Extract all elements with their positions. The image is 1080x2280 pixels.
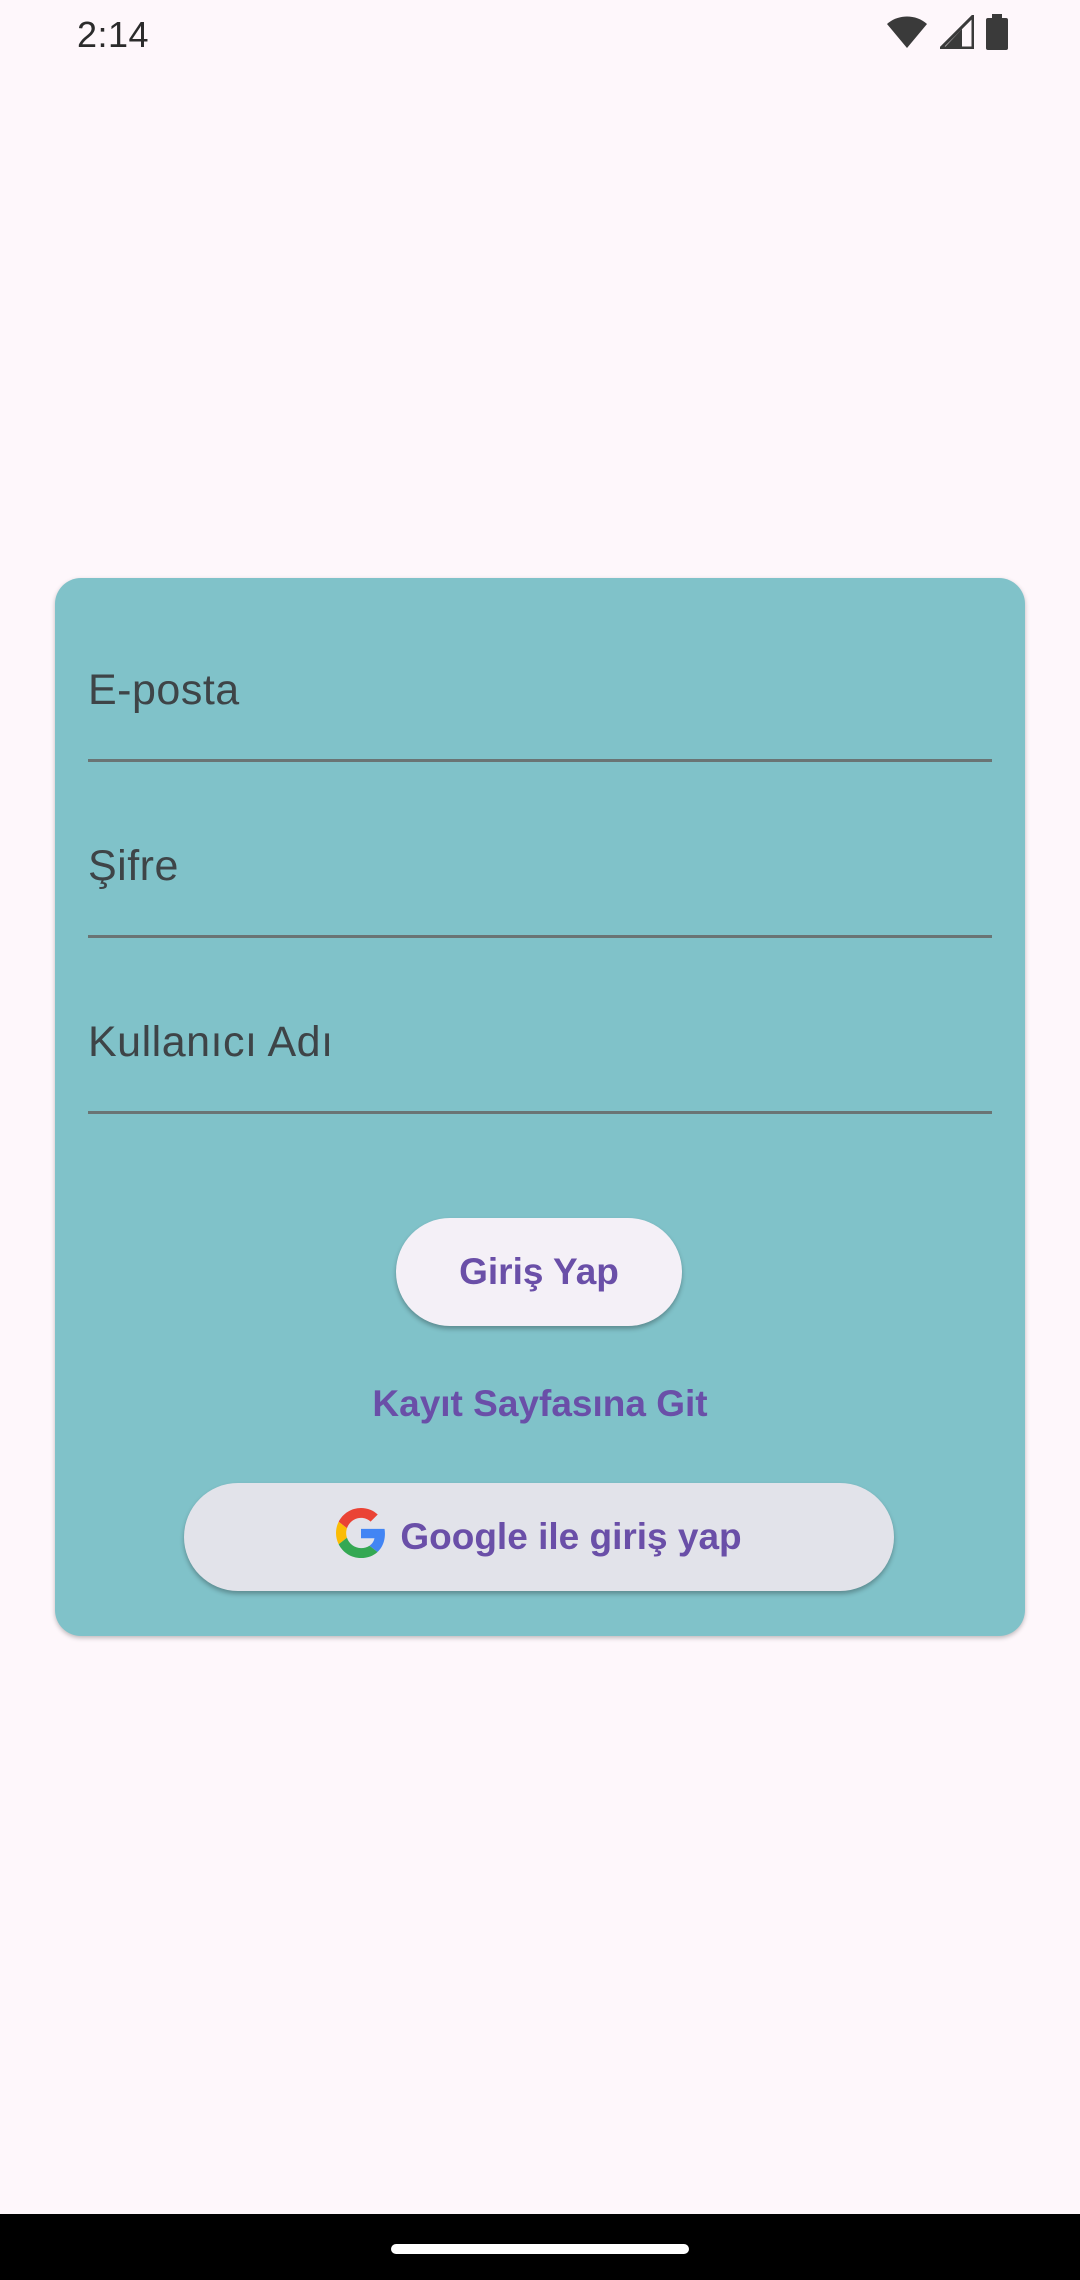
email-placeholder: E-posta [88, 666, 240, 714]
google-signin-button[interactable]: Google ile giriş yap [184, 1483, 894, 1591]
google-button-label: Google ile giriş yap [400, 1516, 742, 1557]
login-button-label: Giriş Yap [459, 1251, 619, 1292]
email-field[interactable]: E-posta [88, 586, 992, 762]
username-placeholder: Kullanıcı Adı [88, 1018, 334, 1066]
login-button[interactable]: Giriş Yap [396, 1218, 682, 1326]
battery-icon [986, 13, 1008, 55]
password-placeholder: Şifre [88, 842, 179, 890]
status-time: 2:14 [77, 14, 150, 55]
home-handle[interactable] [391, 2244, 689, 2254]
google-logo-icon [336, 1507, 386, 1567]
navigation-bar [0, 2214, 1080, 2280]
wifi-icon [886, 15, 928, 54]
status-bar: 2:14 [0, 0, 1080, 72]
username-field[interactable]: Kullanıcı Adı [88, 938, 992, 1114]
signal-icon [937, 11, 975, 54]
register-link[interactable]: Kayıt Sayfasına Git [55, 1383, 1025, 1425]
login-card: E-posta Şifre Kullanıcı Adı Giriş Yap Ka… [55, 578, 1025, 1636]
password-field[interactable]: Şifre [88, 762, 992, 938]
status-icons [886, 11, 1008, 55]
